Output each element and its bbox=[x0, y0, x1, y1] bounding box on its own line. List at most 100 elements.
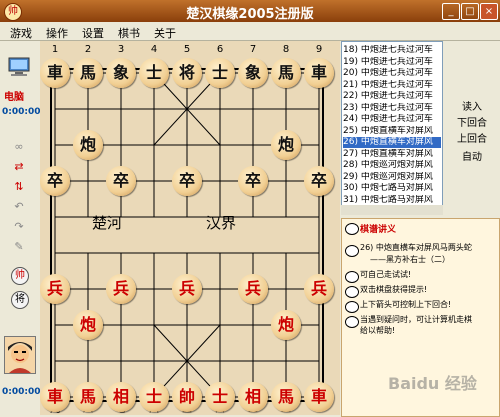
panda-icon bbox=[345, 286, 359, 298]
file-label-top: 9 bbox=[315, 44, 323, 55]
opening-list-item[interactable]: 19) 中炮进七兵过河车 bbox=[343, 57, 441, 68]
opening-list-item[interactable]: 21) 中炮进七兵过河车 bbox=[343, 80, 441, 91]
red-piece[interactable]: 車 bbox=[304, 382, 334, 412]
red-piece[interactable]: 馬 bbox=[271, 382, 301, 412]
list-scrollbar[interactable] bbox=[341, 205, 443, 215]
black-piece[interactable]: 卒 bbox=[304, 166, 334, 196]
red-piece[interactable]: 士 bbox=[139, 382, 169, 412]
river-right-label: 汉界 bbox=[206, 214, 237, 232]
panda-icon bbox=[345, 245, 359, 257]
undo-icon[interactable]: ↶ bbox=[12, 201, 26, 213]
hint-line: 双击棋盘获得提示! bbox=[360, 285, 428, 294]
river-left-label: 楚河 bbox=[92, 214, 123, 232]
menu-settings[interactable]: 设置 bbox=[82, 25, 104, 41]
redo-icon[interactable]: ↷ bbox=[12, 221, 26, 233]
opening-list-item[interactable]: 22) 中炮进七兵过河车 bbox=[343, 91, 441, 102]
red-piece[interactable]: 士 bbox=[205, 382, 235, 412]
chess-board[interactable]: 123456789九八七六五四三二一 楚河 汉界 車馬象士将士象馬車炮炮卒卒卒卒… bbox=[40, 41, 340, 415]
menu-chess-book[interactable]: 棋书 bbox=[118, 25, 140, 41]
opening-list-item[interactable]: 20) 中炮进七兵过河车 bbox=[343, 68, 441, 79]
hint-line: 当遇到疑问时，可让计算机走棋 bbox=[360, 315, 472, 324]
red-piece[interactable]: 相 bbox=[238, 382, 268, 412]
black-piece[interactable]: 象 bbox=[238, 58, 268, 88]
black-piece[interactable]: 卒 bbox=[172, 166, 202, 196]
hint-title: 棋谱讲义 bbox=[360, 225, 397, 235]
black-piece[interactable]: 卒 bbox=[238, 166, 268, 196]
red-piece[interactable]: 兵 bbox=[238, 274, 268, 304]
menu-game[interactable]: 游戏 bbox=[10, 25, 32, 41]
opening-list-item[interactable]: 27) 中炮直横车对屏风 bbox=[343, 149, 441, 160]
file-label-top: 2 bbox=[84, 44, 92, 55]
black-piece[interactable]: 馬 bbox=[73, 58, 103, 88]
watermark: Baidu 经验 bbox=[388, 374, 477, 393]
up-down-arrows-icon[interactable]: ⇅ bbox=[12, 181, 26, 193]
opening-list-item[interactable]: 24) 中炮进七兵过河车 bbox=[343, 114, 441, 125]
red-piece[interactable]: 兵 bbox=[304, 274, 334, 304]
panda-icon bbox=[345, 316, 359, 328]
link-icon[interactable]: ∞ bbox=[12, 141, 26, 153]
next-round-button[interactable]: 下回合 bbox=[447, 114, 497, 129]
black-piece[interactable]: 炮 bbox=[73, 130, 103, 160]
swap-arrows-icon[interactable]: ⇄ bbox=[12, 161, 26, 173]
black-piece[interactable]: 象 bbox=[106, 58, 136, 88]
black-piece[interactable]: 車 bbox=[40, 58, 70, 88]
close-button[interactable]: × bbox=[480, 3, 498, 20]
red-piece[interactable]: 馬 bbox=[73, 382, 103, 412]
hint-line: 给以帮助! bbox=[360, 326, 396, 335]
black-piece[interactable]: 将 bbox=[172, 58, 202, 88]
opening-list[interactable]: 18) 中炮进七兵过河车 19) 中炮进七兵过河车 20) 中炮进七兵过河车 21) … bbox=[341, 41, 443, 206]
window-title: 楚汉棋缘2005注册版 bbox=[186, 7, 314, 22]
file-label-top: 6 bbox=[216, 44, 224, 55]
load-button[interactable]: 读入 bbox=[447, 98, 497, 113]
edit-icon[interactable]: ✎ bbox=[12, 241, 26, 253]
black-piece[interactable]: 炮 bbox=[271, 130, 301, 160]
black-piece[interactable]: 卒 bbox=[106, 166, 136, 196]
file-label-top: 7 bbox=[249, 44, 257, 55]
file-label-top: 4 bbox=[150, 44, 158, 55]
panda-icon bbox=[345, 271, 359, 283]
black-piece[interactable]: 馬 bbox=[271, 58, 301, 88]
left-panel: 电脑 0:00:00 ∞ ⇄ ⇅ ↶ ↷ ✎ 帅 将 0:00:00 bbox=[0, 41, 41, 415]
opening-list-item[interactable]: 25) 中炮直横车对屏风 bbox=[343, 126, 441, 137]
file-label-top: 8 bbox=[282, 44, 290, 55]
opening-list-item[interactable]: 31) 中炮七路马对屏风 bbox=[343, 195, 441, 206]
red-piece[interactable]: 兵 bbox=[172, 274, 202, 304]
black-piece[interactable]: 士 bbox=[139, 58, 169, 88]
opening-list-item[interactable]: 26) 中炮直横车对屏风 bbox=[343, 137, 441, 148]
red-piece[interactable]: 帥 bbox=[172, 382, 202, 412]
red-piece[interactable]: 兵 bbox=[106, 274, 136, 304]
red-piece[interactable]: 炮 bbox=[73, 310, 103, 340]
red-piece[interactable]: 相 bbox=[106, 382, 136, 412]
black-piece[interactable]: 車 bbox=[304, 58, 334, 88]
board-grid bbox=[50, 68, 324, 402]
opening-list-item[interactable]: 28) 中炮巡河炮对屏风 bbox=[343, 160, 441, 171]
panda-icon bbox=[345, 301, 359, 313]
menu-operate[interactable]: 操作 bbox=[46, 25, 68, 41]
hint-line: 26) 中炮直横车对屏风马两头蛇 bbox=[360, 243, 472, 252]
opening-list-item[interactable]: 23) 中炮进七兵过河车 bbox=[343, 103, 441, 114]
menu-bar: 游戏 操作 设置 棋书 关于 bbox=[0, 22, 500, 41]
menu-about[interactable]: 关于 bbox=[154, 25, 176, 41]
black-piece[interactable]: 卒 bbox=[40, 166, 70, 196]
opening-list-item[interactable]: 18) 中炮进七兵过河车 bbox=[343, 45, 441, 56]
prev-round-button[interactable]: 上回合 bbox=[447, 130, 497, 145]
file-label-top: 5 bbox=[183, 44, 191, 55]
player-avatar bbox=[4, 336, 36, 374]
red-piece[interactable]: 兵 bbox=[40, 274, 70, 304]
hint-line: 可自己走试试! bbox=[360, 270, 412, 279]
player-timer: 0:00:00 bbox=[2, 387, 41, 397]
maximize-button[interactable]: □ bbox=[461, 3, 479, 20]
computer-timer: 0:00:00 bbox=[2, 107, 41, 117]
opening-list-item[interactable]: 29) 中炮巡河炮对屏风 bbox=[343, 172, 441, 183]
file-label-top: 1 bbox=[51, 44, 59, 55]
red-king-badge-icon[interactable]: 帅 bbox=[11, 267, 29, 285]
auto-button[interactable]: 自动 bbox=[447, 148, 497, 163]
opening-list-item[interactable]: 30) 中炮七路马对屏风 bbox=[343, 183, 441, 194]
minimize-button[interactable]: _ bbox=[442, 3, 460, 20]
hint-line: 上下箭头可控制上下回合! bbox=[360, 300, 452, 309]
red-piece[interactable]: 炮 bbox=[271, 310, 301, 340]
black-piece[interactable]: 士 bbox=[205, 58, 235, 88]
panda-icon bbox=[345, 223, 359, 235]
black-king-badge-icon[interactable]: 将 bbox=[11, 291, 29, 309]
red-piece[interactable]: 車 bbox=[40, 382, 70, 412]
